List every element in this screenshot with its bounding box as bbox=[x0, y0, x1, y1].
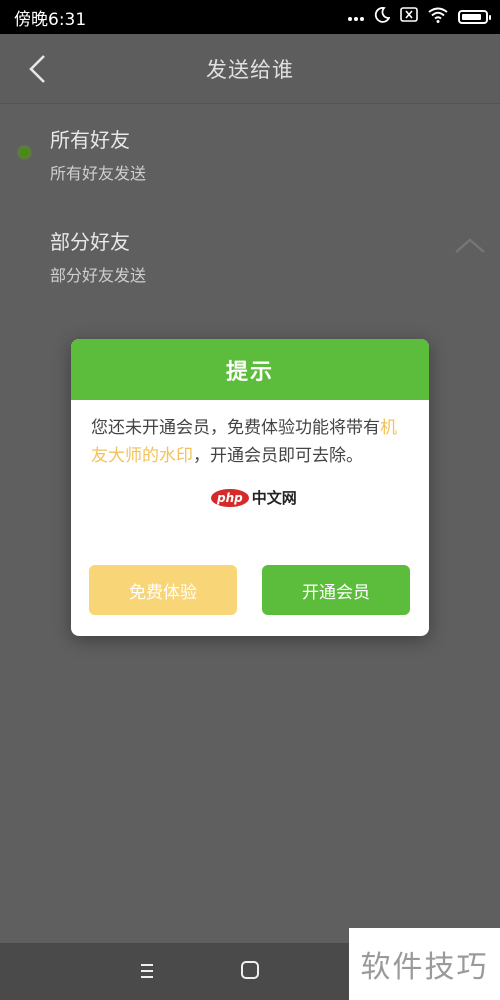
corner-watermark: 软件技巧 bbox=[349, 928, 500, 1000]
option-sublabel: 所有好友发送 bbox=[50, 164, 147, 183]
dialog-message-text: 您还未开通会员，免费体验功能将带有 bbox=[91, 418, 380, 438]
page-title: 发送给谁 bbox=[206, 57, 294, 82]
more-dots-icon bbox=[348, 7, 364, 27]
option-sublabel: 部分好友发送 bbox=[50, 266, 147, 285]
status-icons bbox=[348, 6, 491, 28]
dialog-title: 提示 bbox=[71, 339, 429, 400]
home-icon[interactable] bbox=[241, 961, 259, 979]
php-logo: php bbox=[211, 488, 249, 507]
status-bar: 傍晚6:31 bbox=[0, 0, 500, 34]
battery-icon bbox=[458, 10, 491, 24]
wifi-icon bbox=[428, 7, 448, 28]
dialog-message: 您还未开通会员，免费体验功能将带有机友大师的水印，开通会员即可去除。 bbox=[91, 414, 409, 470]
selected-radio-icon bbox=[19, 147, 30, 158]
free-trial-button[interactable]: 免费体验 bbox=[89, 565, 237, 615]
dialog-message-text-end: ，开通会员即可去除。 bbox=[193, 446, 363, 466]
back-button[interactable] bbox=[20, 52, 54, 86]
status-time: 傍晚6:31 bbox=[14, 9, 87, 30]
chevron-left-icon bbox=[29, 55, 45, 83]
open-membership-button[interactable]: 开通会员 bbox=[262, 565, 410, 615]
php-watermark: php 中文网 bbox=[211, 487, 297, 508]
moon-icon bbox=[374, 6, 391, 28]
watermark-text: 中文网 bbox=[251, 489, 297, 507]
app-header: 发送给谁 bbox=[0, 34, 500, 104]
option-all-friends[interactable]: 所有好友 所有好友发送 bbox=[0, 110, 500, 206]
menu-icon[interactable] bbox=[137, 961, 157, 981]
option-label: 部分好友 bbox=[50, 230, 130, 254]
battery-fill bbox=[462, 14, 481, 20]
chevron-up-icon[interactable] bbox=[454, 236, 486, 256]
sim-card-icon bbox=[400, 7, 418, 27]
option-label: 所有好友 bbox=[50, 128, 130, 152]
membership-dialog: 提示 您还未开通会员，免费体验功能将带有机友大师的水印，开通会员即可去除。 ph… bbox=[71, 339, 429, 636]
option-some-friends[interactable]: 部分好友 部分好友发送 bbox=[0, 212, 500, 308]
